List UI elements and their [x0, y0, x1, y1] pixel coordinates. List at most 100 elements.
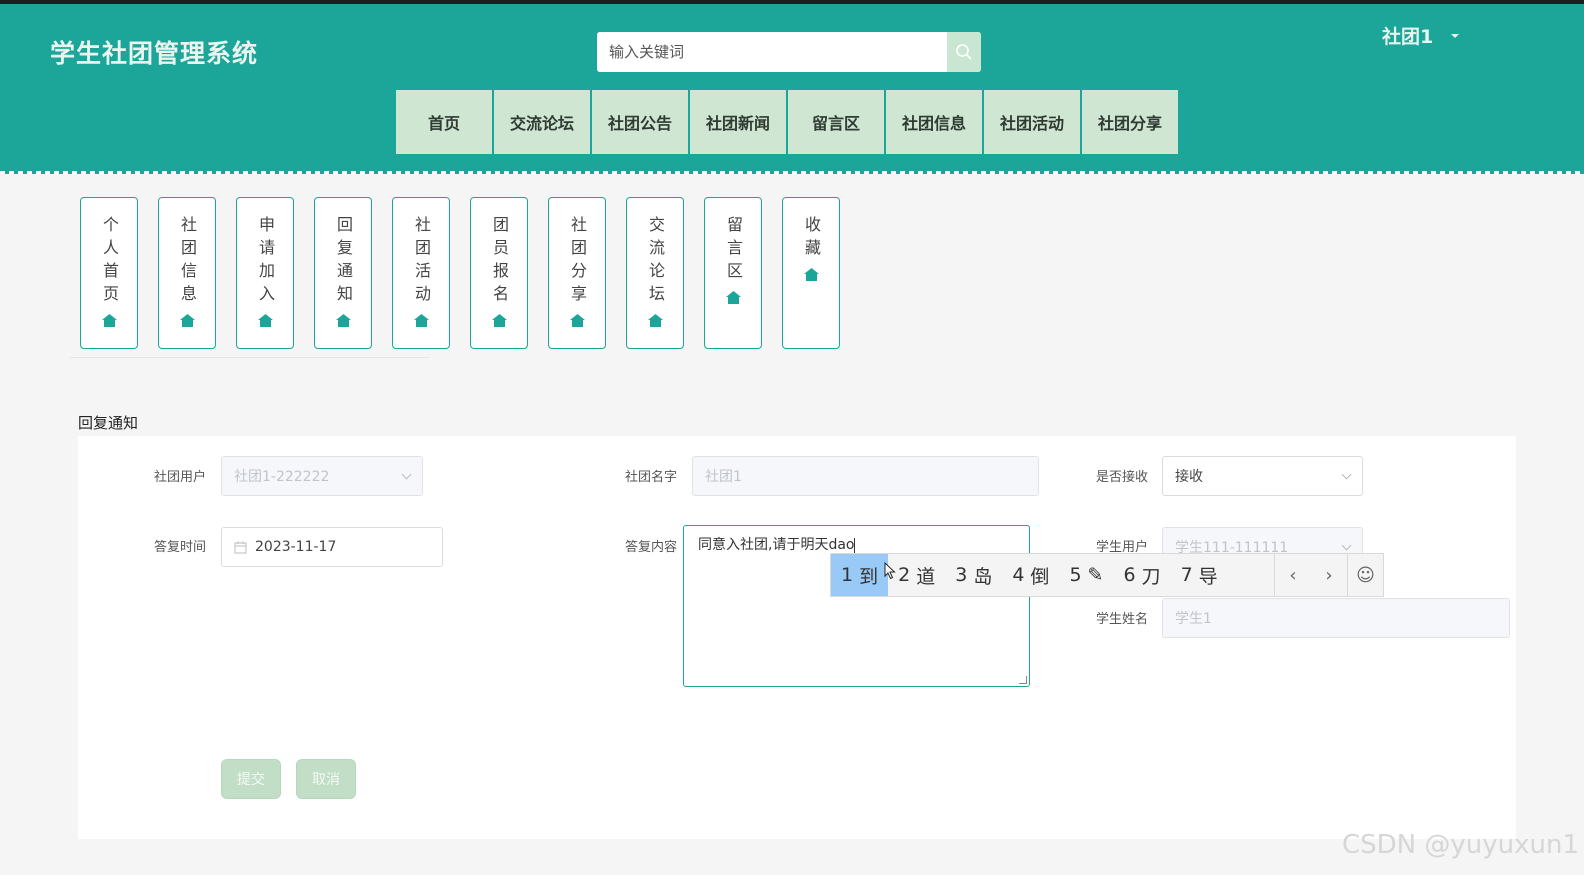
accept-value: 接收 [1175, 469, 1203, 485]
candidate-number: 7 [1180, 564, 1193, 586]
accept-select[interactable]: 接收 [1162, 456, 1363, 496]
ime-candidate[interactable]: 5 ✎ [1059, 554, 1113, 596]
site-brand: 学生社团管理系统 [50, 39, 259, 68]
club-name-label: 社团名字 [624, 470, 677, 485]
ime-candidate-bar: 1到 2道 3岛 4倒 5 ✎ 6刀 7导 ‹ › ☺ [830, 553, 1384, 597]
tile-label: 留言区 [724, 216, 743, 285]
nav-message-board[interactable]: 留言区 [788, 90, 884, 154]
tile-club-share[interactable]: 社团分享 [548, 197, 606, 349]
caret-down-icon [1451, 33, 1460, 38]
reply-time-label: 答复时间 [153, 540, 206, 555]
tile-label: 申请加入 [256, 216, 275, 308]
nav-club-news[interactable]: 社团新闻 [690, 90, 786, 154]
club-user-label: 社团用户 [153, 470, 206, 485]
watermark: CSDN @yuyuxun1 [1342, 830, 1580, 860]
tile-label: 回复通知 [334, 216, 353, 308]
tile-favorites[interactable]: 收藏 [782, 197, 840, 349]
tile-label: 交流论坛 [646, 216, 665, 308]
tile-label: 个人首页 [100, 216, 119, 308]
nav-club-activity[interactable]: 社团活动 [984, 90, 1080, 154]
tile-message-board[interactable]: 留言区 [704, 197, 762, 349]
home-icon [647, 314, 663, 327]
candidate-number: 2 [898, 564, 911, 586]
club-user-select[interactable]: 社团1-222222 [221, 456, 423, 496]
search-input[interactable] [597, 32, 947, 72]
tile-forum[interactable]: 交流论坛 [626, 197, 684, 349]
candidate-number: 3 [955, 564, 968, 586]
ime-candidate[interactable]: 2道 [888, 554, 945, 596]
candidate-text: ✎ [1087, 564, 1104, 586]
home-icon [569, 314, 585, 327]
menu-divider [70, 357, 430, 358]
resize-handle-icon[interactable] [1019, 676, 1027, 684]
user-center-menu: 个人首页 社团信息 申请加入 回复通知 社团活动 团员报名 社团分享 交流论坛 … [80, 197, 840, 349]
home-icon [413, 314, 429, 327]
nav-club-info[interactable]: 社团信息 [886, 90, 982, 154]
student-name-value: 学生1 [1175, 611, 1212, 627]
nav-club-share[interactable]: 社团分享 [1082, 90, 1178, 154]
tile-personal-home[interactable]: 个人首页 [80, 197, 138, 349]
ime-prev-page-icon[interactable]: ‹ [1275, 554, 1311, 596]
home-icon [257, 314, 273, 327]
home-icon [335, 314, 351, 327]
reply-content-label: 答复内容 [624, 540, 677, 555]
search-button[interactable] [947, 32, 981, 72]
accept-label: 是否接收 [1095, 470, 1148, 485]
tile-label: 社团信息 [178, 216, 197, 308]
reply-content-textarea[interactable]: 同意入社团,请于明天dao [683, 525, 1030, 687]
nav-forum[interactable]: 交流论坛 [494, 90, 590, 154]
candidate-text: 道 [916, 565, 936, 588]
page-title: 回复通知 [78, 414, 139, 432]
text-cursor [854, 537, 856, 553]
home-icon [725, 291, 741, 304]
nav-club-notice[interactable]: 社团公告 [592, 90, 688, 154]
home-icon [101, 314, 117, 327]
tile-club-activity[interactable]: 社团活动 [392, 197, 450, 349]
ime-candidate[interactable]: 6刀 [1113, 554, 1170, 596]
user-name: 社团1 [1382, 26, 1434, 48]
home-icon [491, 314, 507, 327]
candidate-number: 6 [1123, 564, 1136, 586]
chevron-down-icon [401, 469, 412, 479]
candidate-number: 1 [841, 564, 854, 586]
home-icon [803, 268, 819, 281]
ime-candidate[interactable]: 7导 [1171, 554, 1228, 596]
home-icon [179, 314, 195, 327]
site-header: 学生社团管理系统 社团1 首页 交流论坛 社团公告 社团新闻 留言区 社团信息 … [0, 4, 1584, 172]
chevron-down-icon [1341, 469, 1352, 479]
candidate-text: 导 [1198, 565, 1218, 588]
ime-next-page-icon[interactable]: › [1311, 554, 1347, 596]
tile-apply-join[interactable]: 申请加入 [236, 197, 294, 349]
reply-time-value: 2023-11-17 [255, 539, 337, 555]
tile-reply-notice[interactable]: 回复通知 [314, 197, 372, 349]
submit-button[interactable]: 提交 [221, 759, 281, 799]
search-icon [956, 44, 972, 60]
user-menu[interactable]: 社团1 [1382, 22, 1460, 49]
calendar-icon [234, 541, 247, 553]
chevron-down-icon [1341, 540, 1352, 550]
student-name-label: 学生姓名 [1095, 612, 1148, 627]
emoji-icon[interactable]: ☺ [1347, 554, 1383, 596]
ime-candidate[interactable]: 4倒 [1002, 554, 1059, 596]
tile-label: 团员报名 [490, 216, 509, 308]
nav-home[interactable]: 首页 [396, 90, 492, 154]
tile-member-signup[interactable]: 团员报名 [470, 197, 528, 349]
mouse-pointer-icon [884, 562, 896, 580]
tile-label: 社团活动 [412, 216, 431, 308]
ime-candidate[interactable]: 3岛 [945, 554, 1002, 596]
tile-club-info[interactable]: 社团信息 [158, 197, 216, 349]
club-name-value: 社团1 [705, 469, 742, 485]
candidate-text: 刀 [1141, 565, 1161, 588]
cancel-button[interactable]: 取消 [296, 759, 356, 799]
student-name-field[interactable]: 学生1 [1162, 598, 1510, 638]
ime-candidate[interactable]: 1到 [831, 554, 889, 596]
club-name-field[interactable]: 社团1 [692, 456, 1039, 496]
header-dashed-border [0, 171, 1584, 174]
candidate-text: 到 [859, 565, 879, 588]
tile-label: 社团分享 [568, 216, 587, 308]
reply-time-picker[interactable]: 2023-11-17 [221, 527, 443, 567]
reply-content-value: 同意入社团,请于明天dao [698, 537, 855, 553]
main-nav: 首页 交流论坛 社团公告 社团新闻 留言区 社团信息 社团活动 社团分享 [396, 90, 1178, 154]
club-user-value: 社团1-222222 [234, 469, 330, 485]
candidate-number: 4 [1012, 564, 1025, 586]
